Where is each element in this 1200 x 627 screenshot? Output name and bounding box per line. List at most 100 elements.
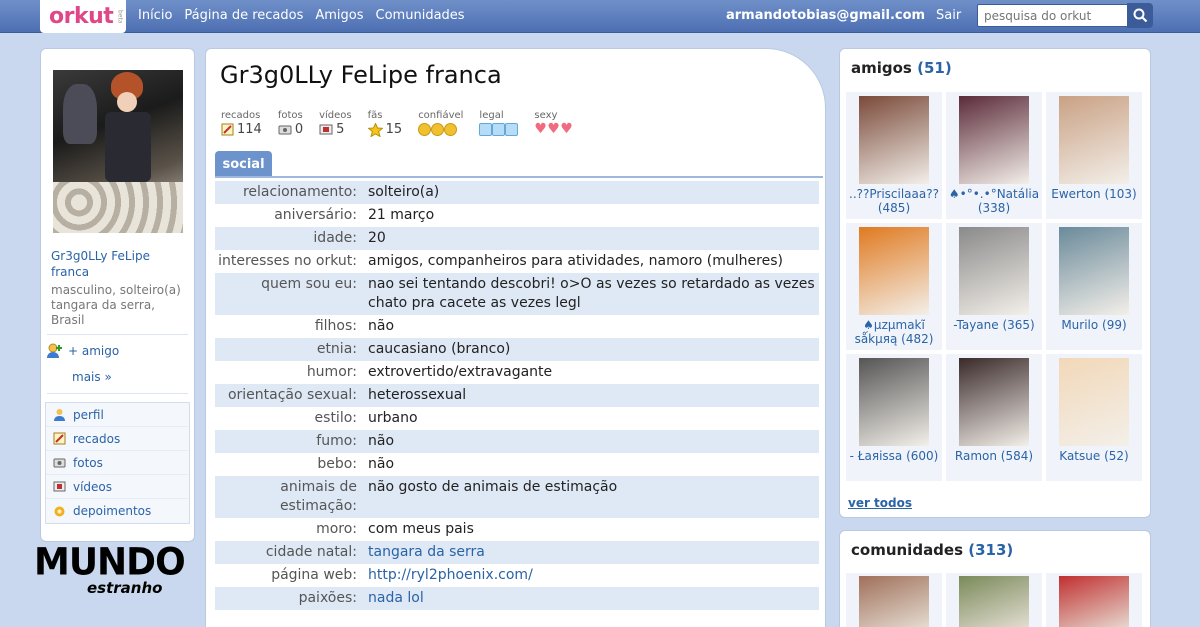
video-icon [319, 124, 333, 135]
friend-photo[interactable] [959, 358, 1029, 446]
search-input[interactable] [977, 4, 1129, 27]
profile-row-label: página web: [271, 567, 357, 583]
friend-name[interactable]: -Tayane (365) [946, 318, 1042, 332]
friend-name[interactable]: Katsue (52) [1046, 449, 1142, 463]
profile-row: filhos: não [215, 315, 819, 338]
communities-count: (313) [968, 541, 1014, 559]
avatar-detail [53, 182, 183, 233]
see-all-friends-link[interactable]: ver todos [848, 496, 912, 510]
friend-photo[interactable] [959, 96, 1029, 184]
profile-row-value: heterossexual [368, 387, 467, 403]
profile-row-value: 21 março [368, 207, 435, 223]
friends-title[interactable]: amigos (51) [851, 59, 952, 77]
rating-trust[interactable]: confiável [418, 110, 463, 137]
friends-count: (51) [917, 59, 952, 77]
sidebar-name[interactable]: Gr3g0LLy FeLipe franca [51, 248, 191, 280]
communities-title[interactable]: comunidades (313) [851, 541, 1013, 559]
friend-name[interactable]: ♠µzµmakĩ sǻkµяą (482) [846, 318, 942, 346]
friend-photo[interactable] [859, 227, 929, 315]
profile-details: relacionamento: solteiro(a) aniversário: 21… [215, 181, 819, 610]
friend-name[interactable]: Ramon (584) [946, 449, 1042, 463]
stat-scraps[interactable]: recados 114 [221, 110, 262, 137]
stat-fans[interactable]: fãs 15 [367, 110, 402, 137]
friend-card[interactable]: Murilo (99) [1046, 223, 1142, 350]
friend-name[interactable]: ♠•°•.•°Natália (338) [946, 187, 1042, 215]
sidebar-item-profile[interactable]: perfil [46, 403, 189, 427]
friend-card[interactable]: ♠•°•.•°Natália (338) [946, 92, 1042, 219]
friend-name[interactable]: Ewerton (103) [1046, 187, 1142, 201]
friend-photo[interactable] [859, 96, 929, 184]
sidebar-item-label: recados [73, 431, 121, 446]
friend-card[interactable]: ♠µzµmakĩ sǻkµяą (482) [846, 223, 942, 350]
profile-row-value: urbano [368, 410, 418, 426]
ice-cube-icon [479, 123, 493, 136]
profile-row-value[interactable]: nada lol [368, 589, 819, 608]
profile-row-label: relacionamento: [242, 184, 357, 200]
orkut-logo[interactable]: orkut beta [40, 0, 126, 33]
add-friend-button[interactable]: + amigo [46, 343, 119, 359]
profile-row-label: moro: [316, 521, 357, 537]
sidebar-item-photos[interactable]: fotos [46, 451, 189, 475]
sidebar-item-label: depoimentos [73, 504, 152, 518]
friend-name[interactable]: ..??Priscilaaa?? (485) [846, 187, 942, 215]
more-link[interactable]: mais » [72, 370, 112, 384]
logo-badge: beta [116, 9, 124, 24]
rating-sexy[interactable]: sexy ♥ ♥ ♥ [534, 110, 573, 137]
add-friend-icon [47, 343, 62, 358]
friend-card[interactable]: Katsue (52) [1046, 354, 1142, 481]
friend-name[interactable]: Murilo (99) [1046, 318, 1142, 332]
community-card[interactable] [946, 573, 1042, 627]
profile-stats: recados 114 fotos 0 vídeos 5 fãs 15 conf… [221, 110, 589, 137]
nav-communities[interactable]: Comunidades [376, 8, 465, 23]
community-photo[interactable] [1059, 576, 1129, 627]
friends-title-label: amigos [851, 59, 912, 77]
community-photo[interactable] [859, 576, 929, 627]
sidebar-item-scraps[interactable]: recados [46, 427, 189, 451]
sidebar-item-testimonials[interactable]: depoimentos [46, 499, 189, 523]
community-card[interactable] [846, 573, 942, 627]
friend-photo[interactable] [859, 358, 929, 446]
sidebar-item-videos[interactable]: vídeos [46, 475, 189, 499]
stat-videos[interactable]: vídeos 5 [319, 110, 352, 137]
profile-row-value: não [368, 318, 395, 334]
community-card[interactable] [1046, 573, 1142, 627]
user-email[interactable]: armandotobias@gmail.com [726, 8, 925, 23]
profile-row: etnia: caucasiano (branco) [215, 338, 819, 361]
scrap-icon [221, 123, 234, 136]
nav-friends[interactable]: Amigos [315, 8, 363, 23]
profile-row-label: humor: [306, 364, 357, 380]
community-photo[interactable] [959, 576, 1029, 627]
profile-row: idade: 20 [215, 227, 819, 250]
friend-photo[interactable] [1059, 358, 1129, 446]
rating-cool[interactable]: legal [479, 110, 519, 137]
logout-link[interactable]: Sair [936, 8, 961, 23]
friend-card[interactable]: - Łaяissa (600) [846, 354, 942, 481]
sidebar-item-label: vídeos [73, 479, 113, 494]
scrap-icon [53, 432, 66, 445]
friend-card[interactable]: -Tayane (365) [946, 223, 1042, 350]
nav-scraps[interactable]: Página de recados [184, 8, 303, 23]
profile-row-label: aniversário: [274, 207, 357, 223]
profile-row-value[interactable]: http://ryl2phoenix.com/ [368, 566, 819, 585]
rating-label: legal [479, 110, 504, 121]
friend-photo[interactable] [1059, 227, 1129, 315]
avatar[interactable] [53, 70, 183, 233]
friend-name[interactable]: - Łaяissa (600) [846, 449, 942, 463]
heart-icon: ♥ [534, 121, 547, 137]
friend-card[interactable]: ..??Priscilaaa?? (485) [846, 92, 942, 219]
friend-card[interactable]: Ewerton (103) [1046, 92, 1142, 219]
tab-social[interactable]: social [215, 151, 272, 177]
profile-row: cidade natal: tangara da serra [215, 541, 819, 564]
nav-home[interactable]: Início [138, 8, 172, 23]
add-friend-label: + amigo [68, 344, 120, 358]
friend-photo[interactable] [959, 227, 1029, 315]
profile-row-label: paixões: [298, 590, 357, 606]
search-button[interactable] [1127, 3, 1153, 28]
profile-row-value: não [368, 456, 395, 472]
friend-card[interactable]: Ramon (584) [946, 354, 1042, 481]
friend-photo[interactable] [1059, 96, 1129, 184]
profile-row: estilo: urbano [215, 407, 819, 430]
stat-photos[interactable]: fotos 0 [278, 110, 303, 137]
profile-row-value[interactable]: tangara da serra [368, 543, 819, 562]
sidebar-info: masculino, solteiro(a) tangara da serra,… [51, 283, 181, 327]
